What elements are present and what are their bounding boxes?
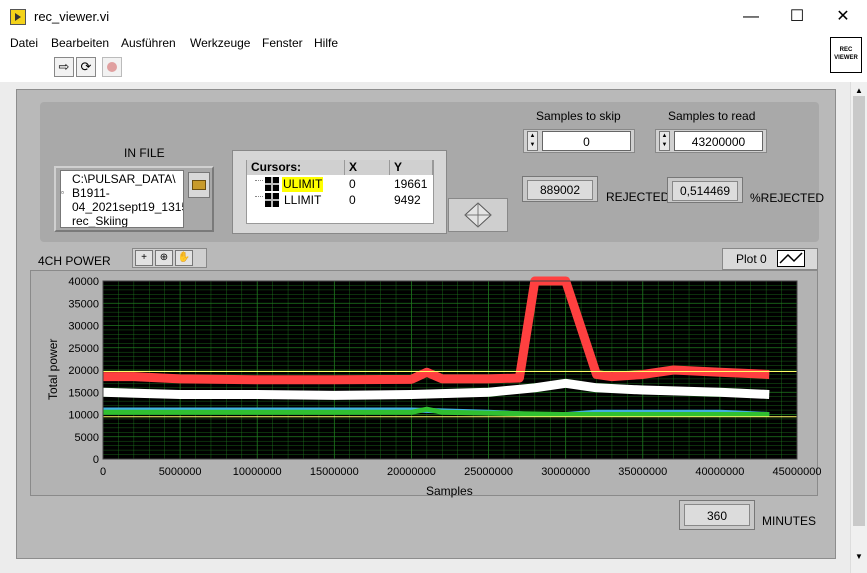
plot-legend-swatch[interactable] bbox=[777, 250, 805, 267]
rejected-value: 889002 bbox=[527, 180, 593, 200]
run-arrow-icon[interactable]: ⇨ bbox=[54, 57, 74, 77]
cursor-x-ulimit: 0 bbox=[349, 177, 356, 191]
menu-hilfe[interactable]: Hilfe bbox=[314, 36, 338, 50]
waveform-graph bbox=[30, 270, 818, 496]
read-label: Samples to read bbox=[668, 109, 756, 123]
infile-path-field[interactable]: C:\PULSAR_DATA\ B1911- 04_2021sept19_131… bbox=[60, 170, 184, 228]
skip-input[interactable]: 0 bbox=[542, 131, 631, 151]
labview-app-icon bbox=[10, 9, 26, 25]
menu-datei[interactable]: Datei bbox=[10, 36, 38, 50]
cursors-x-header: X bbox=[345, 160, 390, 175]
cursor-name-ulimit[interactable]: ULIMIT bbox=[282, 177, 324, 192]
cursor-crosshair-icon[interactable] bbox=[265, 177, 279, 191]
folder-icon bbox=[192, 180, 206, 190]
cursor-x-llimit: 0 bbox=[349, 193, 356, 207]
menu-bearbeiten[interactable]: Bearbeiten bbox=[51, 36, 109, 50]
minutes-label: MINUTES bbox=[762, 514, 816, 528]
vertical-scrollbar[interactable]: ▲ ▼ bbox=[850, 82, 867, 573]
cursor-mover-button[interactable] bbox=[448, 198, 508, 232]
maximize-button[interactable]: ☐ bbox=[774, 0, 820, 33]
minutes-value: 360 bbox=[684, 504, 750, 526]
skip-spinner[interactable]: ▲ ▼ bbox=[527, 131, 538, 151]
toolbar bbox=[0, 53, 867, 81]
cursor-y-ulimit: 19661 bbox=[394, 177, 428, 191]
plot-legend-label: Plot 0 bbox=[736, 252, 767, 266]
line-style-icon bbox=[779, 252, 803, 264]
cursors-header: Cursors: bbox=[247, 160, 345, 175]
menu-ausfuehren[interactable]: Ausführen bbox=[121, 36, 176, 50]
menu-werkzeuge[interactable]: Werkzeuge bbox=[190, 36, 250, 50]
graph-label: 4CH POWER bbox=[38, 254, 111, 268]
rejected-label: REJECTED bbox=[606, 190, 670, 204]
zoom-icon[interactable]: ⊕ bbox=[155, 250, 173, 266]
pct-rejected-value: 0,514469 bbox=[672, 181, 738, 201]
cursor-mover-diamond-icon bbox=[464, 202, 492, 228]
cursor-crosshair-icon[interactable] bbox=[265, 193, 279, 207]
close-button[interactable]: ✕ bbox=[820, 0, 866, 33]
abort-icon[interactable] bbox=[102, 57, 122, 77]
cursor-move-icon[interactable]: + bbox=[135, 250, 153, 266]
tree-line bbox=[255, 180, 263, 182]
pct-rejected-label: %REJECTED bbox=[750, 191, 825, 205]
read-input[interactable]: 43200000 bbox=[674, 131, 763, 151]
cursor-y-llimit: 9492 bbox=[394, 193, 421, 207]
pan-hand-icon[interactable]: ✋ bbox=[175, 250, 193, 266]
tree-line bbox=[255, 196, 263, 198]
menu-fenster[interactable]: Fenster bbox=[262, 36, 303, 50]
run-continuously-icon[interactable]: ⟳ bbox=[76, 57, 96, 77]
skip-label: Samples to skip bbox=[536, 109, 621, 123]
minimize-button[interactable]: — bbox=[728, 0, 774, 33]
read-spinner[interactable]: ▲ ▼ bbox=[659, 131, 670, 151]
infile-label: IN FILE bbox=[124, 146, 165, 160]
cursor-name-llimit[interactable]: LLIMIT bbox=[284, 193, 321, 208]
window-title: rec_viewer.vi bbox=[34, 9, 110, 24]
rec-viewer-logo: REC VIEWER bbox=[830, 37, 862, 73]
cursors-y-header: Y bbox=[390, 160, 433, 175]
path-type-icon: ▫ bbox=[61, 188, 64, 197]
